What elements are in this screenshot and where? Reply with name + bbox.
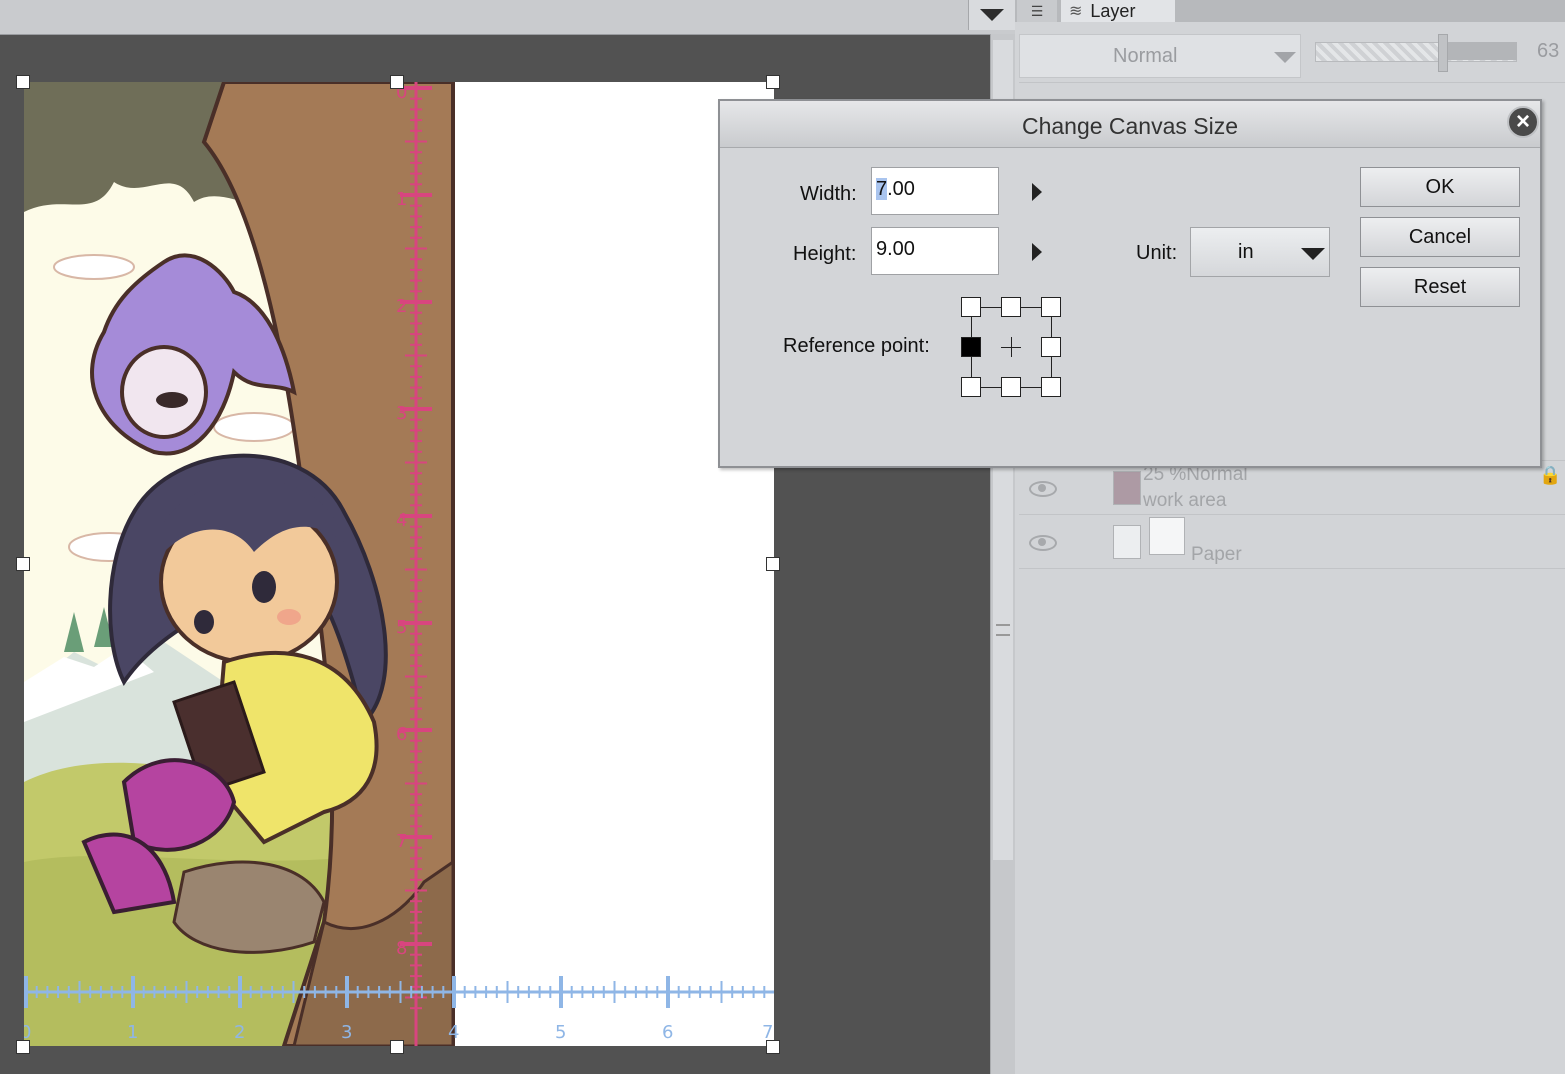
dialog-titlebar[interactable]: Change Canvas Size ×	[720, 101, 1540, 148]
cancel-button[interactable]: Cancel	[1360, 217, 1520, 257]
vertical-ruler-label: 3	[396, 403, 407, 424]
chevron-down-icon	[1301, 248, 1325, 260]
ok-button[interactable]: OK	[1360, 167, 1520, 207]
height-arrow-icon[interactable]	[1032, 243, 1042, 261]
resize-handle-bottom[interactable]	[390, 1040, 404, 1054]
tab-layer-label: Layer	[1090, 0, 1136, 21]
horizontal-ruler: 01234567	[24, 976, 774, 1043]
eye-icon[interactable]	[1029, 535, 1057, 551]
resize-handle-top[interactable]	[390, 75, 404, 89]
grip-icon	[996, 624, 1010, 636]
ref-point-middle-left[interactable]	[961, 337, 981, 357]
height-label: Height:	[793, 243, 857, 265]
panel-tabs: ☰ ≋ Layer	[1015, 0, 1565, 22]
unit-value: in	[1238, 241, 1254, 263]
lock-icon[interactable]: 🔒	[1539, 465, 1561, 486]
chevron-down-icon	[980, 9, 1004, 21]
layers-icon: ≋	[1069, 3, 1083, 20]
dialog-title: Change Canvas Size	[1021, 113, 1239, 139]
vertical-ruler-label: 8	[396, 938, 407, 959]
ref-point-top[interactable]	[1001, 297, 1021, 317]
eye-icon[interactable]	[1029, 481, 1057, 497]
resize-handle-top-left[interactable]	[16, 75, 30, 89]
ref-point-top-right[interactable]	[1041, 297, 1061, 317]
crosshair-icon	[1011, 337, 1012, 357]
list-icon: ☰	[1030, 2, 1044, 19]
ref-point-bottom-left[interactable]	[961, 377, 981, 397]
layer-row[interactable]: 25 %Normal work area 🔒	[1019, 460, 1565, 515]
width-field-rest: .00	[887, 178, 915, 200]
layer-name: work area	[1143, 490, 1227, 511]
tab-layer[interactable]: ≋ Layer	[1061, 0, 1175, 22]
blend-mode-select[interactable]: Normal	[1019, 34, 1301, 78]
unit-select[interactable]: in	[1190, 227, 1330, 277]
canvas-artwork[interactable]: 012345678 01234567	[24, 82, 774, 1046]
resize-handle-bottom-left[interactable]	[16, 1040, 30, 1054]
horizontal-ruler-label: 1	[127, 1022, 138, 1043]
layer-list-divider	[1019, 568, 1565, 569]
width-field[interactable]: 7.00	[871, 167, 999, 215]
layer-name: Paper	[1191, 544, 1242, 565]
width-label: Width:	[800, 183, 857, 205]
reference-point-label: Reference point:	[783, 335, 930, 357]
vertical-ruler-label: 7	[396, 831, 407, 852]
vertical-ruler-label: 1	[396, 189, 407, 210]
horizontal-ruler-label: 3	[341, 1022, 352, 1043]
layer-thumbnail	[1113, 525, 1141, 559]
resize-handle-right[interactable]	[766, 557, 780, 571]
ref-point-bottom-right[interactable]	[1041, 377, 1061, 397]
height-field[interactable]: 9.00	[871, 227, 999, 275]
ref-point-bottom[interactable]	[1001, 377, 1021, 397]
tab-layer-property[interactable]: ☰	[1017, 0, 1057, 22]
chevron-down-icon	[1274, 52, 1296, 63]
ref-point-middle-right[interactable]	[1041, 337, 1061, 357]
blend-mode-value: Normal	[1113, 45, 1178, 67]
layer-thumbnail	[1113, 471, 1141, 505]
unit-label: Unit:	[1136, 242, 1178, 264]
layer-toolbar	[1019, 82, 1565, 91]
vertical-ruler-label: 6	[396, 724, 407, 745]
vertical-ruler-label: 5	[396, 617, 407, 638]
width-arrow-icon[interactable]	[1032, 183, 1042, 201]
width-field-selection: 7	[876, 178, 888, 200]
resize-handle-top-right[interactable]	[766, 75, 780, 89]
horizontal-ruler-label: 4	[448, 1022, 459, 1043]
opacity-slider-fill	[1443, 42, 1517, 60]
reset-button[interactable]: Reset	[1360, 267, 1520, 307]
paper-icon	[1149, 517, 1185, 555]
reference-point-grid[interactable]	[961, 297, 1063, 399]
vertical-ruler: 012345678	[396, 82, 432, 1046]
horizontal-ruler-label: 5	[555, 1022, 566, 1043]
opacity-slider-knob[interactable]	[1438, 34, 1448, 72]
horizontal-ruler-label: 2	[234, 1022, 245, 1043]
toolbar-dropdown-button[interactable]	[968, 0, 1015, 30]
vertical-ruler-label: 2	[396, 296, 407, 317]
opacity-value: 63	[1537, 40, 1560, 62]
layer-row[interactable]: Paper	[1019, 514, 1565, 569]
canvas-toolbar	[0, 0, 1015, 35]
resize-handle-left[interactable]	[16, 557, 30, 571]
resize-handle-bottom-right[interactable]	[766, 1040, 780, 1054]
horizontal-ruler-label: 6	[662, 1022, 673, 1043]
change-canvas-size-dialog: Change Canvas Size × Width: 7.00 Height:…	[718, 99, 1542, 468]
ref-point-top-left[interactable]	[961, 297, 981, 317]
close-icon[interactable]: ×	[1507, 106, 1539, 138]
vertical-ruler-label: 4	[396, 510, 407, 531]
